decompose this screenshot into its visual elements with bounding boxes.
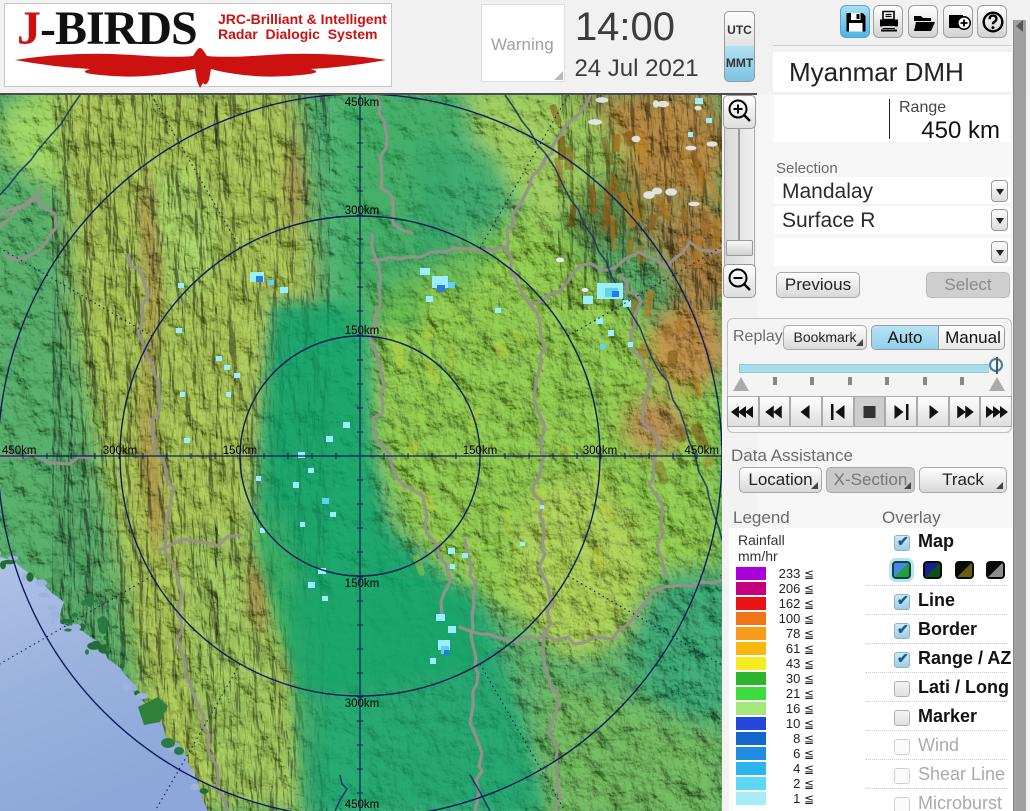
svg-text:300km: 300km <box>345 698 380 710</box>
svg-text:450km: 450km <box>345 97 380 109</box>
svg-text:450km: 450km <box>345 799 380 811</box>
svg-text:150km: 150km <box>463 445 498 457</box>
svg-text:150km: 150km <box>345 325 380 337</box>
svg-text:450km: 450km <box>684 445 719 457</box>
svg-text:300km: 300km <box>103 445 138 457</box>
svg-text:300km: 300km <box>345 205 380 217</box>
svg-text:150km: 150km <box>223 445 258 457</box>
svg-text:150km: 150km <box>345 578 380 590</box>
svg-text:300km: 300km <box>583 445 618 457</box>
svg-text:450km: 450km <box>2 445 37 457</box>
